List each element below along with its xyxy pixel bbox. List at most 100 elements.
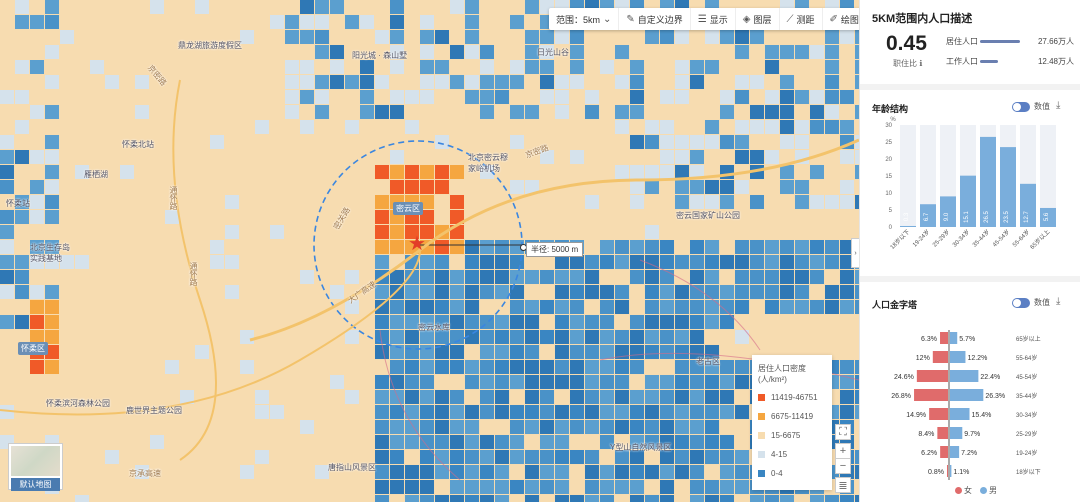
map-label: 阳光城 · 森山墅 xyxy=(352,51,408,60)
male-value-label: 9.7% xyxy=(964,431,980,438)
section-divider xyxy=(860,276,1080,282)
layers-label: 图层 xyxy=(753,14,772,25)
range-select[interactable]: 范围：5km ⌄ xyxy=(549,8,620,30)
legend-label: 11419-46751 xyxy=(771,393,818,402)
legend-swatch xyxy=(758,432,765,439)
map-thumbnail xyxy=(11,446,60,476)
map-label: 怀柔滨河森林公园 xyxy=(46,399,110,408)
map-label: 雁栖湖 xyxy=(84,170,108,179)
zoom-in-button[interactable]: + xyxy=(835,443,851,459)
measure-button[interactable]: ⟋ 测距 xyxy=(780,8,823,30)
male-bar[interactable] xyxy=(950,370,979,382)
default-map-switcher[interactable]: 默认地图 xyxy=(8,443,63,491)
bar-value-label: 0.3 xyxy=(904,212,910,221)
layers-button[interactable]: ◈ 图层 xyxy=(736,8,780,30)
edit-icon: ✎ xyxy=(626,13,635,25)
road-label: 京承高速 xyxy=(129,469,161,478)
bar-value-label: 5.6 xyxy=(1044,212,1050,221)
female-value-label: 8.4% xyxy=(918,431,934,438)
female-bar[interactable] xyxy=(914,389,948,401)
male-value-label: 26.3% xyxy=(985,393,1005,400)
fullscreen-icon[interactable]: ⛶ xyxy=(835,424,851,440)
male-value-label: 15.4% xyxy=(972,412,992,419)
male-bar[interactable] xyxy=(950,351,966,363)
ruler-icon: ⟋ xyxy=(786,13,794,25)
female-value-label: 14.9% xyxy=(906,412,926,419)
legend-item: 4-15 xyxy=(758,450,826,459)
age-group-label: 30-34岁 xyxy=(1016,411,1037,419)
male-bar[interactable] xyxy=(950,332,958,344)
female-bar[interactable] xyxy=(929,408,948,420)
male-bar[interactable] xyxy=(950,408,970,420)
x-tick-label: 45-54岁 xyxy=(991,228,1012,249)
pyramid-value-toggle[interactable]: 数值 xyxy=(1012,297,1050,308)
male-bar[interactable] xyxy=(950,446,960,458)
male-label: 男 xyxy=(989,486,997,495)
age-toggle-label: 数值 xyxy=(1034,102,1050,111)
male-bar[interactable] xyxy=(950,389,984,401)
chevron-down-icon: ⌄ xyxy=(603,13,612,25)
worker-row: 工作人口 12.48万人 xyxy=(946,56,1074,67)
female-bar[interactable] xyxy=(946,465,948,477)
female-bar[interactable] xyxy=(940,332,948,344)
zoom-out-button[interactable]: − xyxy=(835,458,851,474)
map-label: 鼎龙湖旅游度假区 xyxy=(178,41,242,50)
pyramid-title: 人口金字塔 xyxy=(872,300,918,310)
x-tick-label: 30-34岁 xyxy=(951,228,972,249)
density-legend: 居住人口密度(人/km²) 11419-46751 6675-11419 15-66… xyxy=(752,355,832,490)
age-value-toggle[interactable]: 数值 xyxy=(1012,101,1050,112)
female-bar[interactable] xyxy=(937,427,948,439)
toggle-switch[interactable] xyxy=(1012,101,1030,112)
bar-value-label: 15.1 xyxy=(964,211,970,223)
age-group-label: 65岁以上 xyxy=(1016,335,1041,343)
male-value-label: 7.2% xyxy=(961,450,977,457)
section-divider xyxy=(860,84,1080,90)
district-label: 密云区 xyxy=(393,202,423,215)
map-canvas[interactable]: 鼎龙湖旅游度假区 阳光城 · 森山墅 日光山谷 怀柔北站 雁栖湖 怀柔站 北京生… xyxy=(0,0,859,502)
age-bar[interactable] xyxy=(900,225,916,227)
female-value-label: 26.8% xyxy=(891,393,911,400)
legend-female: 女 xyxy=(955,485,972,496)
x-tick-label: 55-64岁 xyxy=(1011,228,1032,249)
center-marker-star-icon[interactable]: ★ xyxy=(408,234,426,254)
road-label: 通怀路 xyxy=(169,186,178,210)
legend-swatch xyxy=(758,470,765,477)
female-value-label: 0.8% xyxy=(928,469,944,476)
default-map-label: 默认地图 xyxy=(11,478,60,491)
age-structure-chart: %0510152025300.318岁以下6.719-24岁9.025-29岁1… xyxy=(885,117,1056,251)
male-value-label: 5.7% xyxy=(959,336,975,343)
male-bar[interactable] xyxy=(950,465,952,477)
map-label: 北京密云穆家峪机场 xyxy=(468,153,508,173)
map-label: 日光山谷 xyxy=(537,48,569,57)
legend-item: 6675-11419 xyxy=(758,412,826,421)
x-tick-label: 18岁以下 xyxy=(888,228,911,251)
draw-button[interactable]: ✐ 绘图 xyxy=(823,8,859,30)
toggle-switch[interactable] xyxy=(1012,297,1030,308)
x-tick-label: 19-24岁 xyxy=(911,228,932,249)
female-value-label: 24.6% xyxy=(894,374,914,381)
bar-value-label: 6.7 xyxy=(924,212,930,221)
y-tick-label: 0 xyxy=(889,225,893,231)
worker-bar xyxy=(980,60,998,63)
male-bar[interactable] xyxy=(950,427,963,439)
female-bar[interactable] xyxy=(916,370,948,382)
legend-item: 11419-46751 xyxy=(758,393,826,402)
male-value-label: 12.2% xyxy=(967,355,987,362)
download-icon[interactable]: ⤓ xyxy=(1056,100,1060,111)
resident-label: 居住人口 xyxy=(946,37,978,46)
age-bar[interactable] xyxy=(940,196,956,227)
display-button[interactable]: ☰ 显示 xyxy=(691,8,736,30)
female-bar[interactable] xyxy=(932,351,948,363)
download-icon[interactable]: ⤓ xyxy=(1056,296,1060,307)
age-group-label: 45-54岁 xyxy=(1016,373,1037,381)
legend-toggle-icon[interactable]: ≣ xyxy=(835,477,851,493)
female-bar[interactable] xyxy=(940,446,948,458)
legend-label: 4-15 xyxy=(771,450,788,459)
resident-value: 27.66万人 xyxy=(1037,37,1074,46)
y-tick-label: 15 xyxy=(885,174,892,180)
legend-title: 居住人口密度(人/km²) xyxy=(758,364,806,384)
map-label: 鹿世界主题公园 xyxy=(126,406,182,415)
custom-boundary-button[interactable]: ✎ 自定义边界 xyxy=(619,8,691,30)
age-group-label: 19-24岁 xyxy=(1016,449,1037,457)
layers-icon: ◈ xyxy=(742,13,751,25)
